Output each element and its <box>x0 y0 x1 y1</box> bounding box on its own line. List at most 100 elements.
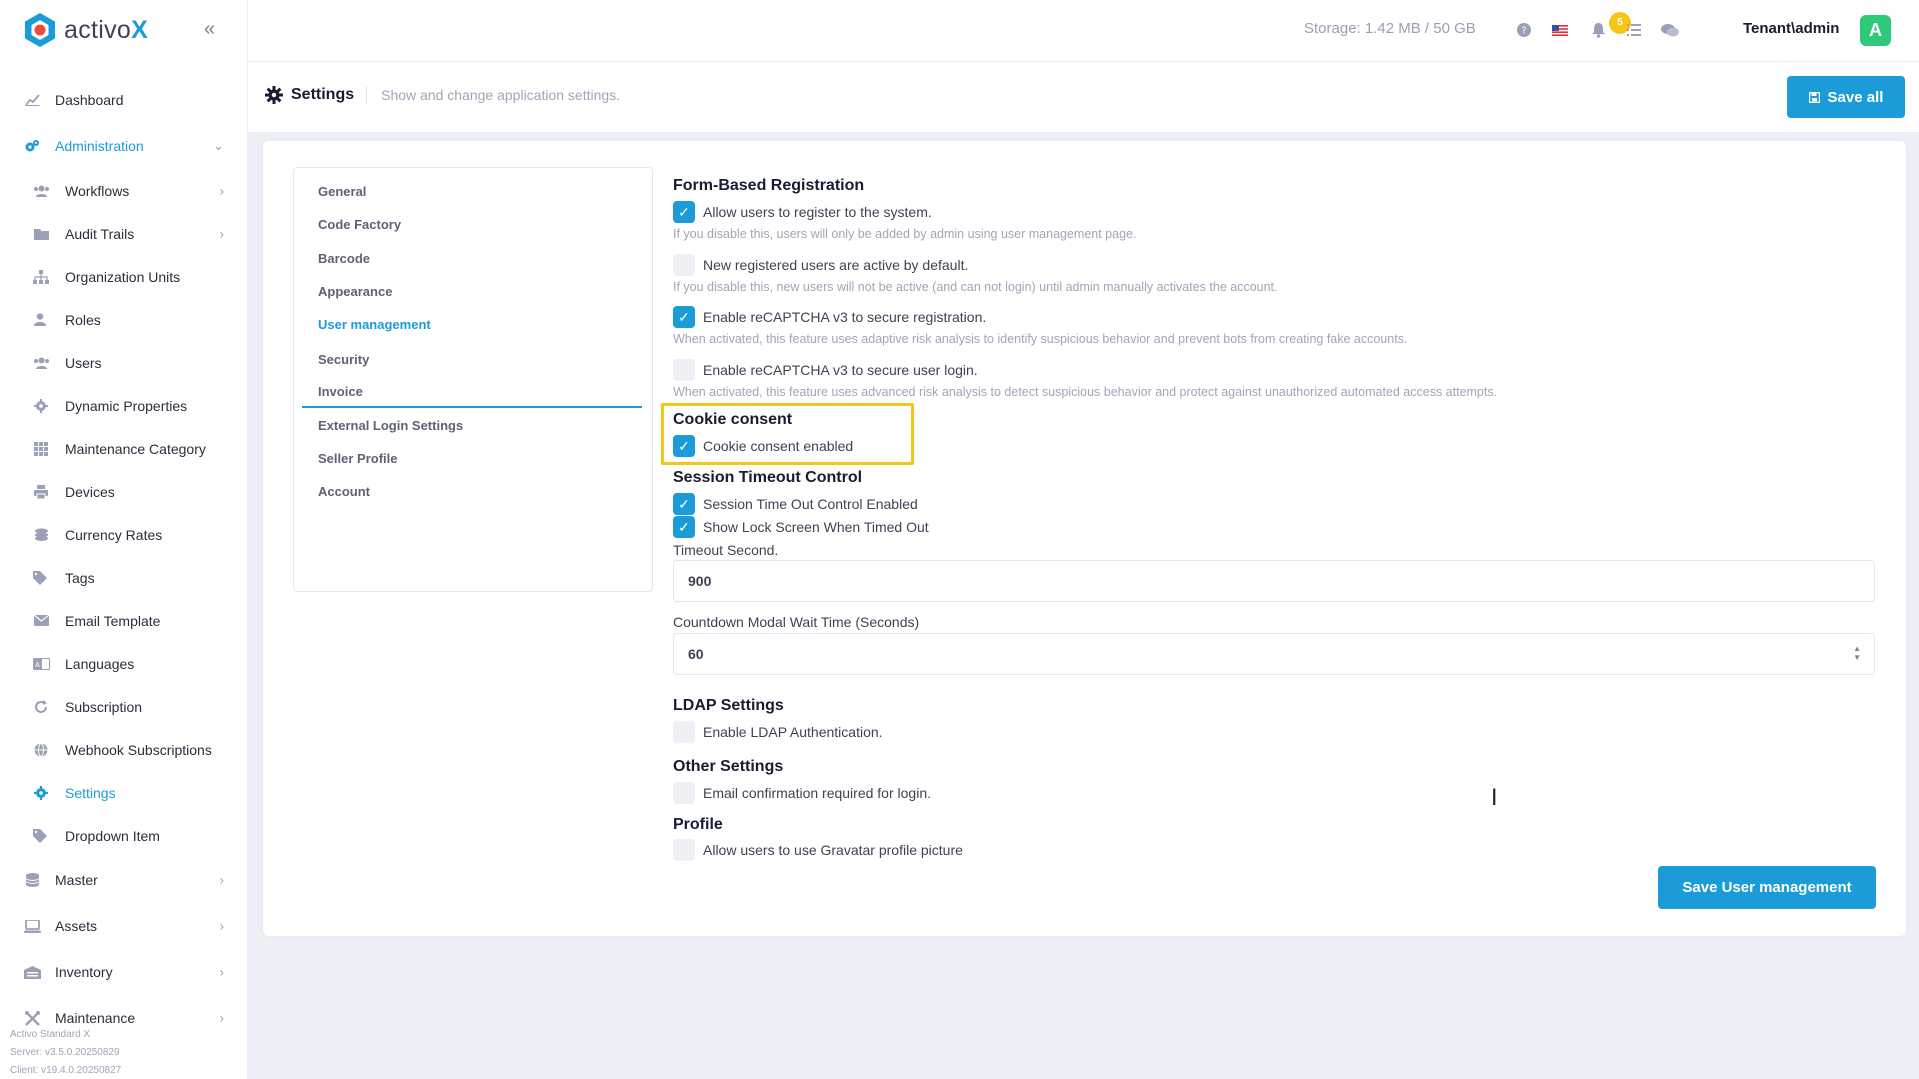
session-timeout-checkbox[interactable]: ✓ <box>673 493 695 515</box>
recaptcha-registration-row[interactable]: ✓ Enable reCAPTCHA v3 to secure registra… <box>673 306 986 328</box>
tab-seller-profile[interactable]: Seller Profile <box>318 451 397 466</box>
sidebar-item-dashboard[interactable]: Dashboard <box>0 77 248 123</box>
tab-general[interactable]: General <box>318 184 366 199</box>
sidebar-item-dropdown-item[interactable]: Dropdown Item <box>0 814 248 857</box>
sidebar-item-settings[interactable]: Settings <box>0 771 248 814</box>
active-tab-indicator <box>302 406 642 408</box>
session-timeout-title: Session Timeout Control <box>673 469 863 486</box>
users-icon <box>31 183 51 199</box>
sidebar-item-label: Master <box>55 872 98 888</box>
ldap-enabled-checkbox[interactable] <box>673 721 695 743</box>
product-name: Activo Standard X <box>10 1029 91 1040</box>
new-users-active-checkbox[interactable] <box>673 254 695 276</box>
lock-screen-row[interactable]: ✓ Show Lock Screen When Timed Out <box>673 516 929 538</box>
recaptcha-registration-checkbox[interactable]: ✓ <box>673 306 695 328</box>
gear-icon <box>31 785 51 801</box>
session-timeout-row[interactable]: ✓ Session Time Out Control Enabled <box>673 493 918 515</box>
ldap-settings-title: LDAP Settings <box>673 697 784 714</box>
save-user-management-button[interactable]: Save User management <box>1658 866 1876 909</box>
logo-hexagon-icon <box>25 13 55 47</box>
profile-title: Profile <box>673 816 723 833</box>
collapse-sidebar-icon[interactable]: « <box>204 18 224 40</box>
allow-register-checkbox[interactable]: ✓ <box>673 201 695 223</box>
help-icon[interactable]: ? <box>1513 19 1535 41</box>
tab-security[interactable]: Security <box>318 352 369 367</box>
tab-barcode[interactable]: Barcode <box>318 251 370 266</box>
tasks-list-icon[interactable] <box>1623 19 1645 41</box>
sidebar-item-currency-rates[interactable]: Currency Rates <box>0 513 248 556</box>
chevron-right-icon: › <box>219 226 224 241</box>
other-settings-title: Other Settings <box>673 758 784 775</box>
sidebar-item-label: Webhook Subscriptions <box>65 741 212 758</box>
sidebar-item-workflows[interactable]: Workflows › <box>0 169 248 212</box>
gravatar-checkbox[interactable] <box>673 839 695 861</box>
new-users-active-row[interactable]: New registered users are active by defau… <box>673 254 968 276</box>
chevron-right-icon: › <box>219 1010 224 1026</box>
lock-screen-checkbox[interactable]: ✓ <box>673 516 695 538</box>
recaptcha-login-checkbox[interactable] <box>673 359 695 381</box>
tab-code-factory[interactable]: Code Factory <box>318 217 401 232</box>
avatar[interactable]: A <box>1860 15 1891 46</box>
sidebar-item-master[interactable]: Master › <box>0 857 248 903</box>
sidebar-item-label: Maintenance <box>55 1010 136 1026</box>
cookie-consent-checkbox[interactable]: ✓ <box>673 435 695 457</box>
recaptcha-login-label: Enable reCAPTCHA v3 to secure user login… <box>703 362 978 378</box>
bell-icon[interactable] <box>1587 19 1609 41</box>
server-version: Server: v3.5.0.20250829 <box>10 1047 120 1058</box>
tab-appearance[interactable]: Appearance <box>318 284 392 299</box>
chat-icon[interactable] <box>1659 19 1681 41</box>
sidebar-item-roles[interactable]: Roles <box>0 298 248 341</box>
countdown-wait-input[interactable] <box>673 633 1875 675</box>
sidebar-item-label: Dashboard <box>55 92 124 108</box>
sidebar-item-administration[interactable]: Administration ⌄ <box>0 123 248 169</box>
email-confirmation-checkbox[interactable] <box>673 782 695 804</box>
timeout-second-label: Timeout Second. <box>673 542 779 558</box>
grid-icon <box>31 441 51 457</box>
page-subtitle: Show and change application settings. <box>381 87 621 103</box>
language-flag-icon[interactable] <box>1549 19 1571 41</box>
allow-register-help: If you disable this, users will only be … <box>673 227 1137 241</box>
tab-external-login-settings[interactable]: External Login Settings <box>318 418 463 433</box>
tab-user-management[interactable]: User management <box>318 317 431 332</box>
page-title-text: Settings <box>291 86 355 103</box>
gear-icon <box>31 398 51 414</box>
sidebar-item-assets[interactable]: Assets › <box>0 903 248 949</box>
allow-register-label: Allow users to register to the system. <box>703 204 932 220</box>
ldap-enabled-label: Enable LDAP Authentication. <box>703 724 883 740</box>
session-timeout-label: Session Time Out Control Enabled <box>703 496 918 512</box>
sidebar-item-label: Maintenance Category <box>65 440 206 457</box>
coins-icon <box>31 527 51 543</box>
email-confirmation-row[interactable]: Email confirmation required for login. <box>673 782 931 804</box>
sidebar: activoX « Dashboard Administration ⌄ Workfl… <box>0 0 248 1079</box>
ldap-enabled-row[interactable]: Enable LDAP Authentication. <box>673 721 883 743</box>
sidebar-item-inventory[interactable]: Inventory › <box>0 949 248 995</box>
sidebar-item-devices[interactable]: Devices <box>0 470 248 513</box>
globe-icon <box>31 742 51 758</box>
recaptcha-login-row[interactable]: Enable reCAPTCHA v3 to secure user login… <box>673 359 978 381</box>
sidebar-item-webhook-subscriptions[interactable]: Webhook Subscriptions <box>0 728 248 771</box>
sidebar-item-email-template[interactable]: Email Template <box>0 599 248 642</box>
cookie-consent-row[interactable]: ✓ Cookie consent enabled <box>673 435 853 457</box>
sidebar-item-label: Users <box>65 354 102 371</box>
sidebar-item-organization-units[interactable]: Organization Units <box>0 255 248 298</box>
gravatar-row[interactable]: Allow users to use Gravatar profile pict… <box>673 839 963 861</box>
sidebar-item-languages[interactable]: A Languages <box>0 642 248 685</box>
sidebar-item-label: Administration <box>55 138 144 154</box>
sidebar-item-dynamic-properties[interactable]: Dynamic Properties <box>0 384 248 427</box>
sidebar-item-tags[interactable]: Tags <box>0 556 248 599</box>
sidebar-item-users[interactable]: Users <box>0 341 248 384</box>
sidebar-item-subscription[interactable]: Subscription <box>0 685 248 728</box>
tab-invoice[interactable]: Invoice <box>318 384 363 399</box>
sidebar-item-maintenance-category[interactable]: Maintenance Category <box>0 427 248 470</box>
tab-account[interactable]: Account <box>318 484 370 499</box>
save-all-button[interactable]: Save all <box>1787 76 1905 118</box>
sidebar-item-label: Tags <box>65 569 95 586</box>
number-stepper-icon[interactable]: ▲ ▼ <box>1853 644 1861 662</box>
countdown-wait-label: Countdown Modal Wait Time (Seconds) <box>673 614 920 630</box>
logo[interactable]: activoX <box>22 12 148 48</box>
sidebar-item-audit-trails[interactable]: Audit Trails › <box>0 212 248 255</box>
timeout-second-input[interactable] <box>673 560 1875 602</box>
allow-register-row[interactable]: ✓ Allow users to register to the system. <box>673 201 932 223</box>
current-user[interactable]: Tenant\admin <box>1743 20 1839 37</box>
gear-icon <box>265 86 283 104</box>
